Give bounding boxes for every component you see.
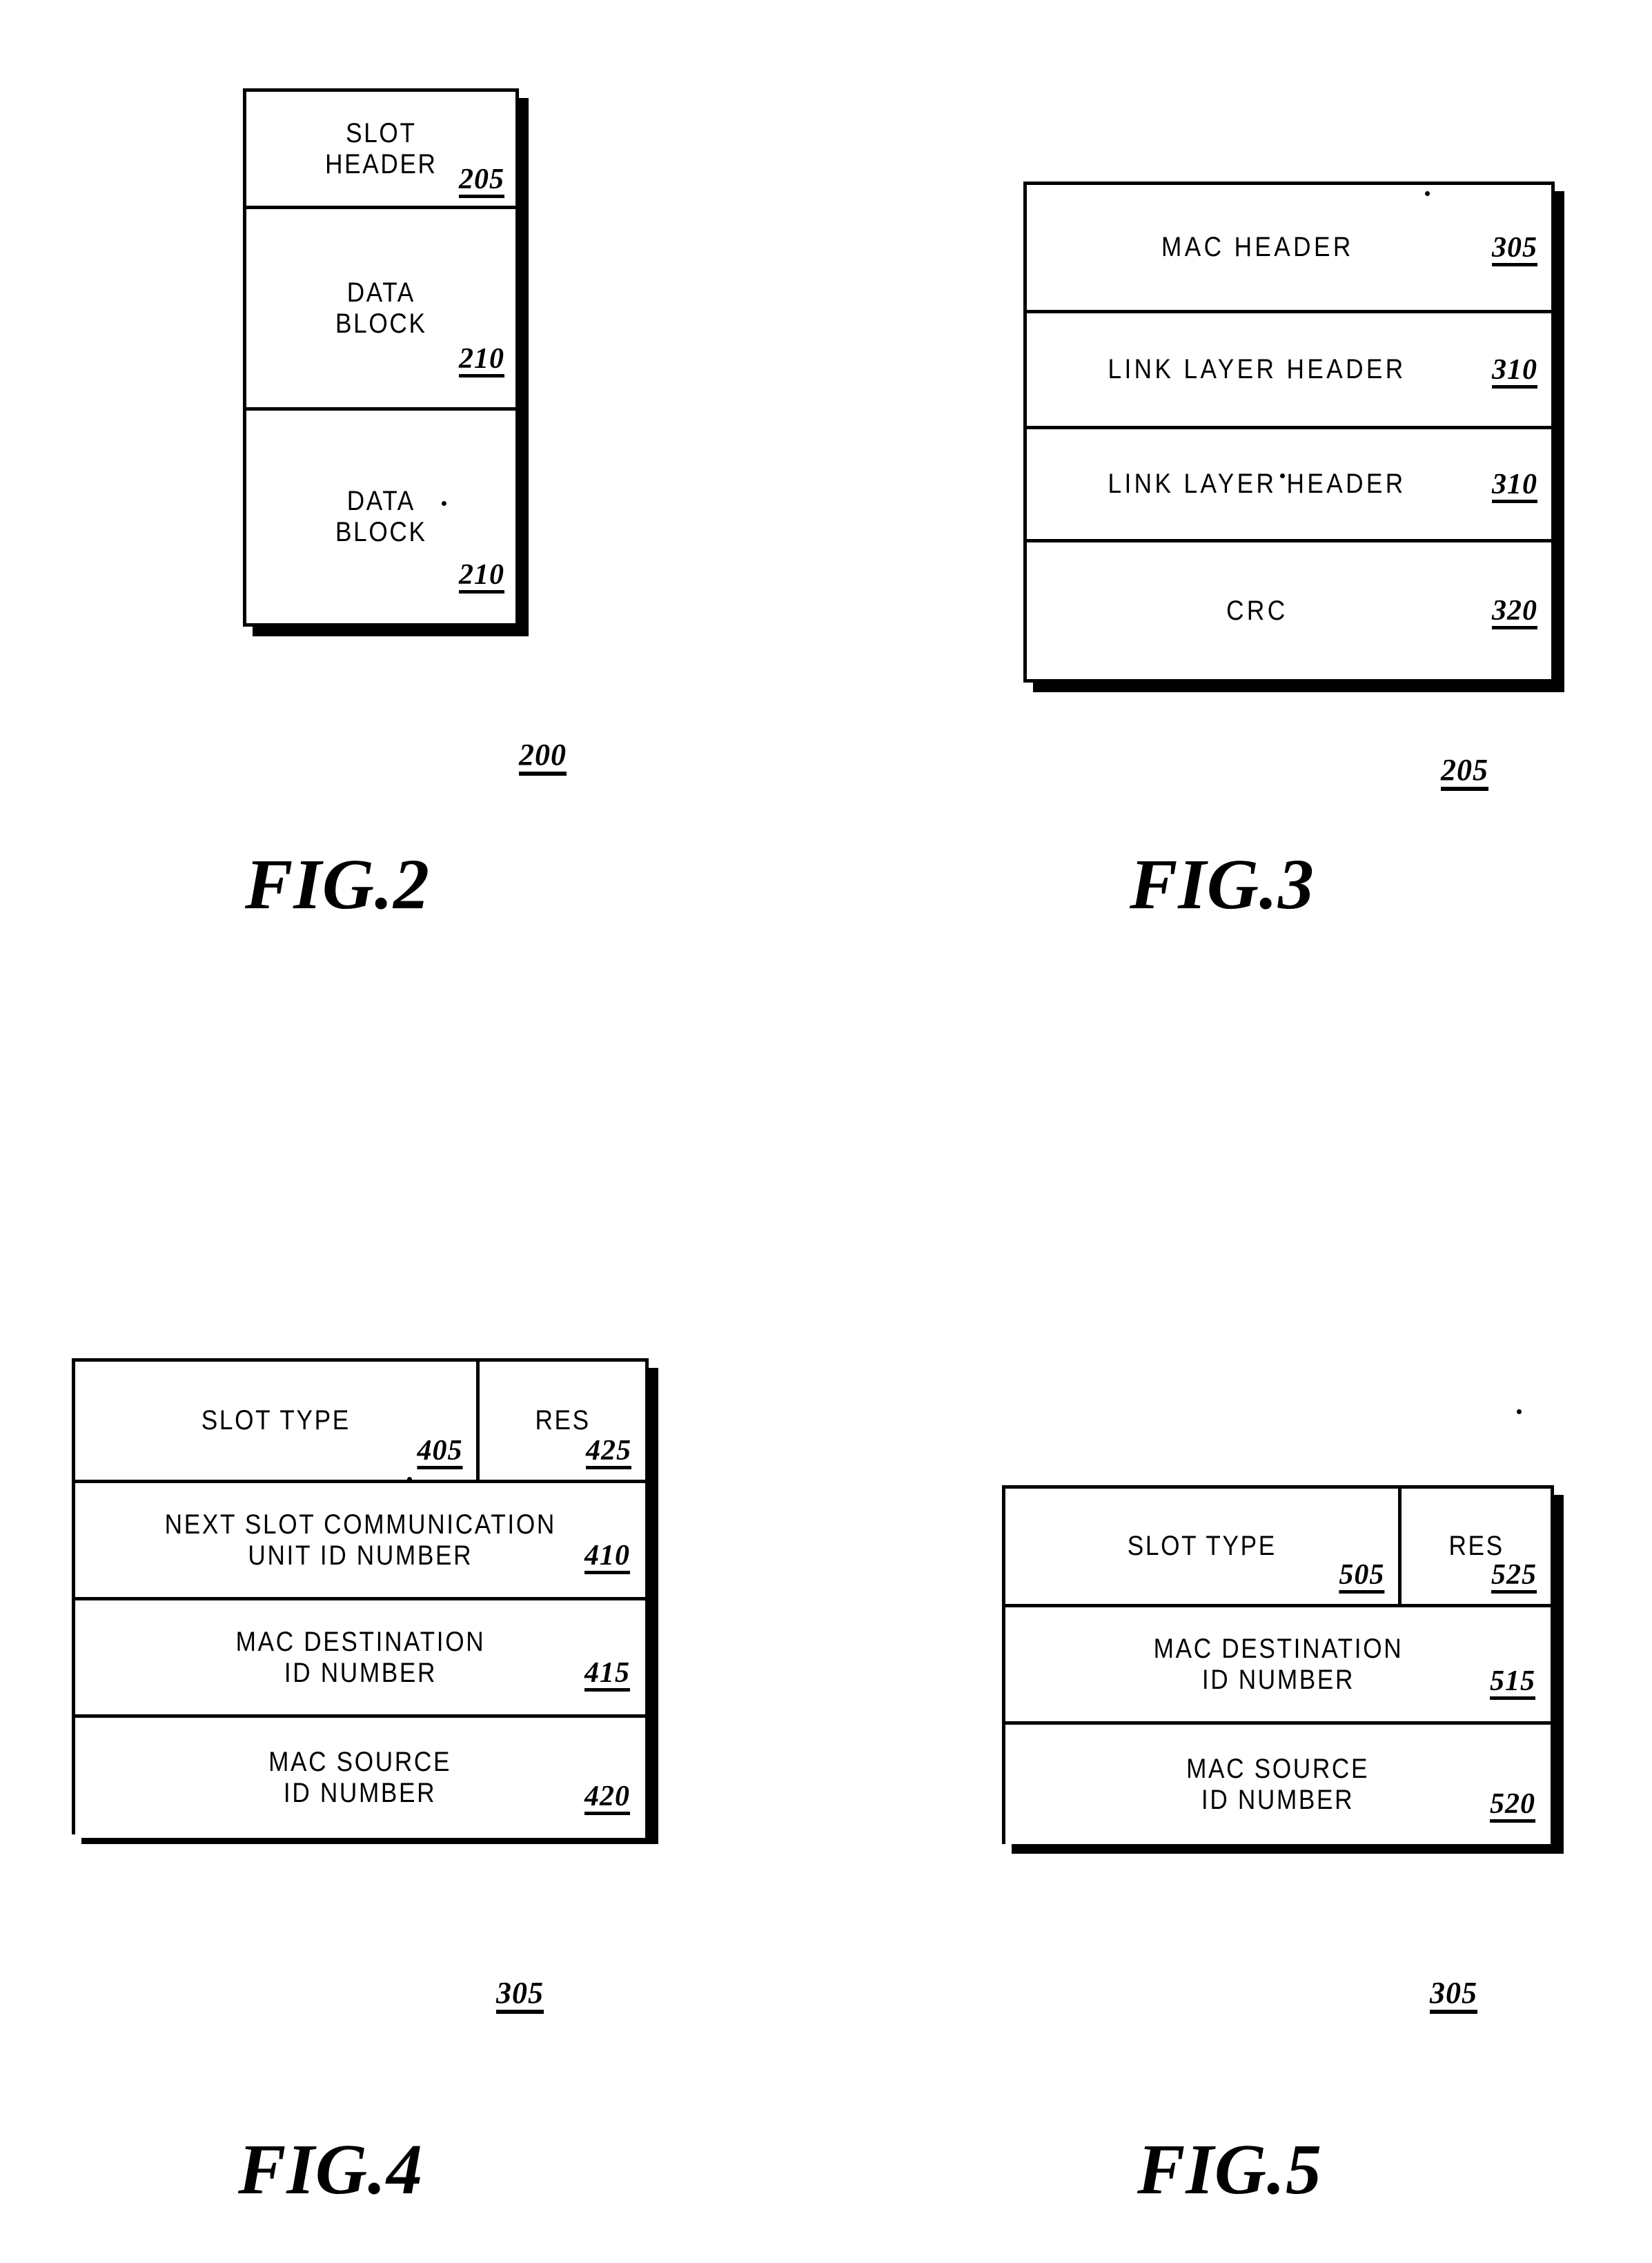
scan-speckle bbox=[1425, 191, 1430, 196]
fig4-block-next-slot-communication-unit-id: NEXT SLOT COMMUNICATION UNIT ID NUMBER 4… bbox=[75, 1483, 645, 1600]
fig2-block-slot-header-label: SLOT HEADER bbox=[324, 117, 437, 179]
fig2-block-data-block-2-label: DATA BLOCK bbox=[335, 486, 427, 547]
fig2-block-data-block-2-ref: 210 bbox=[459, 559, 504, 591]
fig2-block-data-block-2: DATA BLOCK 210 bbox=[246, 411, 515, 623]
fig5-block-res-label: RES bbox=[1448, 1531, 1504, 1562]
fig4-block-mac-destination-id-label: MAC DESTINATION ID NUMBER bbox=[235, 1626, 485, 1688]
fig2-caption: FIG.2 bbox=[245, 845, 430, 924]
fig3-block-mac-header: MAC HEADER 305 bbox=[1027, 185, 1551, 313]
fig5-block-mac-destination-id-ref: 515 bbox=[1490, 1665, 1535, 1697]
fig4-block-mac-destination-id-ref: 415 bbox=[584, 1657, 630, 1689]
fig3-figure-reference-numeral: 205 bbox=[1441, 753, 1488, 787]
fig4-block-res-ref: 425 bbox=[586, 1435, 631, 1467]
fig3-block-link-layer-header-1: LINK LAYER HEADER 310 bbox=[1027, 313, 1551, 429]
fig5-block-slot-type: SLOT TYPE 505 bbox=[1005, 1489, 1402, 1604]
fig4-block-slot-type-row: SLOT TYPE 405 RES 425 bbox=[75, 1362, 645, 1483]
fig5-block-res-ref: 525 bbox=[1491, 1559, 1537, 1591]
fig4-block-res: RES 425 bbox=[480, 1362, 645, 1480]
fig2-block-data-block-1-label: DATA BLOCK bbox=[335, 277, 427, 339]
fig3-block-stack: MAC HEADER 305 LINK LAYER HEADER 310 LIN… bbox=[1023, 182, 1555, 683]
fig4-block-slot-type: SLOT TYPE 405 bbox=[75, 1362, 480, 1480]
fig3-block-link-layer-header-2: LINK LAYER HEADER 310 bbox=[1027, 429, 1551, 542]
fig2-block-stack: SLOT HEADER 205 DATA BLOCK 210 DATA BLOC… bbox=[243, 88, 519, 627]
fig4-block-slot-type-ref: 405 bbox=[417, 1435, 463, 1467]
fig4-block-mac-source-id-label: MAC SOURCE ID NUMBER bbox=[268, 1747, 452, 1808]
fig3-block-link-layer-header-2-label: LINK LAYER HEADER bbox=[1108, 469, 1407, 500]
scan-speckle bbox=[407, 1477, 412, 1482]
fig5-block-stack: SLOT TYPE 505 RES 525 MAC DESTINATION ID… bbox=[1002, 1485, 1554, 1844]
fig4-block-next-slot-communication-unit-id-label: NEXT SLOT COMMUNICATION UNIT ID NUMBER bbox=[164, 1509, 556, 1571]
fig4-figure-reference-numeral: 305 bbox=[496, 1976, 544, 2010]
fig5-block-mac-source-id: MAC SOURCE ID NUMBER 520 bbox=[1005, 1725, 1551, 1844]
fig5-figure-reference-numeral: 305 bbox=[1430, 1976, 1477, 2010]
fig3-block-mac-header-ref: 305 bbox=[1492, 231, 1537, 264]
fig5-caption: FIG.5 bbox=[1137, 2130, 1322, 2209]
fig3-block-mac-header-label: MAC HEADER bbox=[1161, 232, 1354, 263]
fig4-block-mac-destination-id: MAC DESTINATION ID NUMBER 415 bbox=[75, 1600, 645, 1718]
fig4-block-stack: SLOT TYPE 405 RES 425 NEXT SLOT COMMUNIC… bbox=[72, 1358, 649, 1838]
fig5-block-slot-type-label: SLOT TYPE bbox=[1127, 1531, 1277, 1562]
fig3-block-crc-label: CRC bbox=[1226, 595, 1288, 626]
fig4-block-mac-source-id: MAC SOURCE ID NUMBER 420 bbox=[75, 1718, 645, 1838]
fig3-block-crc-ref: 320 bbox=[1492, 595, 1537, 627]
fig2-block-slot-header-ref: 205 bbox=[459, 164, 504, 195]
fig4-block-next-slot-communication-unit-id-ref: 410 bbox=[584, 1540, 630, 1571]
scan-speckle bbox=[1517, 1409, 1522, 1414]
fig4-block-mac-source-id-ref: 420 bbox=[584, 1781, 630, 1812]
fig5-block-mac-destination-id: MAC DESTINATION ID NUMBER 515 bbox=[1005, 1607, 1551, 1725]
fig4-caption: FIG.4 bbox=[238, 2130, 423, 2209]
scan-speckle bbox=[442, 501, 446, 506]
fig2-block-data-block-1: DATA BLOCK 210 bbox=[246, 209, 515, 411]
fig2-figure-reference-numeral: 200 bbox=[519, 738, 567, 772]
fig4-block-slot-type-label: SLOT TYPE bbox=[201, 1405, 351, 1436]
fig3-block-crc: CRC 320 bbox=[1027, 542, 1551, 679]
fig2-block-slot-header: SLOT HEADER 205 bbox=[246, 92, 515, 209]
fig5-block-mac-source-id-label: MAC SOURCE ID NUMBER bbox=[1186, 1753, 1370, 1815]
fig3-block-link-layer-header-2-ref: 310 bbox=[1492, 468, 1537, 500]
fig5-block-mac-source-id-ref: 520 bbox=[1490, 1788, 1535, 1820]
fig5-block-slot-type-ref: 505 bbox=[1339, 1559, 1385, 1591]
fig5-block-slot-type-row: SLOT TYPE 505 RES 525 bbox=[1005, 1489, 1551, 1607]
fig2-block-data-block-1-ref: 210 bbox=[459, 343, 504, 375]
fig3-caption: FIG.3 bbox=[1130, 845, 1315, 924]
fig3-block-link-layer-header-1-ref: 310 bbox=[1492, 353, 1537, 386]
fig5-block-mac-destination-id-label: MAC DESTINATION ID NUMBER bbox=[1153, 1633, 1403, 1695]
fig5-block-res: RES 525 bbox=[1402, 1489, 1551, 1604]
scan-speckle bbox=[1280, 473, 1285, 478]
fig3-block-link-layer-header-1-label: LINK LAYER HEADER bbox=[1108, 354, 1407, 385]
fig4-block-res-label: RES bbox=[535, 1405, 591, 1436]
